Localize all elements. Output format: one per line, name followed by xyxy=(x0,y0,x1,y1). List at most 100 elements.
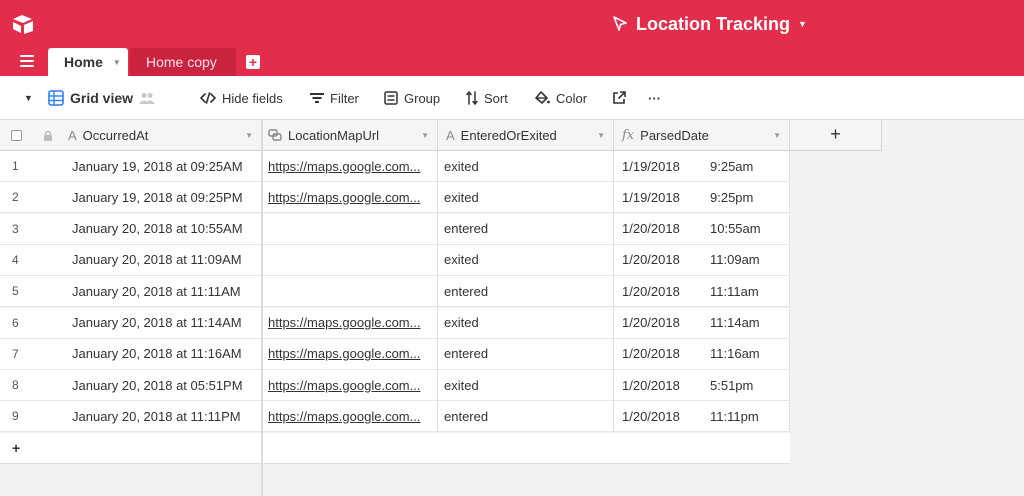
filter-button[interactable]: Filter xyxy=(310,76,359,120)
row-number[interactable]: 2 xyxy=(0,182,58,212)
column-header-occurred-at[interactable]: A OccurredAt ▼ xyxy=(58,120,262,150)
table-row[interactable]: 1 January 19, 2018 at 09:25AM https://maps… xyxy=(0,151,790,182)
cell-location-map-url[interactable]: https://maps.google.com... xyxy=(262,370,438,401)
cell-entered-or-exited[interactable]: entered xyxy=(438,213,614,244)
add-record-button[interactable]: + xyxy=(12,440,20,456)
hide-fields-button[interactable]: Hide fields xyxy=(200,76,283,120)
table-row[interactable]: 6 January 20, 2018 at 11:14AM https://maps… xyxy=(0,307,790,339)
cell-occurred-at[interactable]: January 20, 2018 at 10:55AM xyxy=(58,213,262,244)
add-record-row[interactable]: + xyxy=(0,433,790,464)
table-row[interactable]: 8 January 20, 2018 at 05:51PM https://maps… xyxy=(0,370,790,402)
cell-parsed-date[interactable]: 1/19/2018 9:25pm xyxy=(614,182,790,213)
tab-home[interactable]: Home ▼ xyxy=(48,48,128,76)
cell-occurred-at[interactable]: January 20, 2018 at 11:14AM xyxy=(58,307,262,338)
cell-location-map-url[interactable] xyxy=(262,244,438,275)
cell-occurred-at[interactable]: January 20, 2018 at 11:11AM xyxy=(58,276,262,307)
cell-location-map-url[interactable]: https://maps.google.com... xyxy=(262,307,438,338)
frozen-divider[interactable] xyxy=(261,120,263,496)
cell-parsed-date[interactable]: 1/20/2018 10:55am xyxy=(614,213,790,244)
url-field-icon xyxy=(268,129,282,141)
cell-location-map-url-value[interactable]: https://maps.google.com... xyxy=(268,378,420,393)
row-number[interactable]: 7 xyxy=(0,339,58,369)
row-number[interactable]: 3 xyxy=(0,214,58,244)
cell-location-map-url-value[interactable]: https://maps.google.com... xyxy=(268,159,420,174)
view-switcher[interactable]: Grid view xyxy=(48,76,161,120)
cell-occurred-at[interactable]: January 20, 2018 at 11:09AM xyxy=(58,244,262,275)
cell-location-map-url[interactable]: https://maps.google.com... xyxy=(262,182,438,213)
table-row[interactable]: 4 January 20, 2018 at 11:09AM exited 1/20/2… xyxy=(0,244,790,276)
cell-parsed-date[interactable]: 1/19/2018 9:25am xyxy=(614,151,790,181)
airtable-logo-icon[interactable] xyxy=(12,14,34,34)
cell-occurred-at-value: January 20, 2018 at 11:09AM xyxy=(72,252,242,268)
table-row[interactable]: 3 January 20, 2018 at 10:55AM entered 1/20/… xyxy=(0,213,790,245)
cell-entered-or-exited[interactable]: exited xyxy=(438,182,614,213)
chevron-down-icon: ▼ xyxy=(798,19,807,29)
table-row[interactable]: 5 January 20, 2018 at 11:11AM entered 1/20/… xyxy=(0,276,790,308)
row-number[interactable]: 4 xyxy=(0,245,58,275)
cell-occurred-at-value: January 19, 2018 at 09:25AM xyxy=(72,158,243,174)
cell-occurred-at[interactable]: January 20, 2018 at 05:51PM xyxy=(58,370,262,401)
tab-home-copy[interactable]: Home copy xyxy=(130,48,236,76)
cell-parsed-date[interactable]: 1/20/2018 5:51pm xyxy=(614,370,790,401)
cell-location-map-url[interactable]: https://maps.google.com... xyxy=(262,401,438,432)
cell-entered-or-exited[interactable]: exited xyxy=(438,151,614,181)
row-number[interactable]: 8 xyxy=(0,370,58,400)
base-title[interactable]: Location Tracking ▼ xyxy=(612,12,807,36)
color-button[interactable]: Color xyxy=(535,76,587,120)
table-row[interactable]: 7 January 20, 2018 at 11:16AM https://maps… xyxy=(0,338,790,370)
cell-parsed-date[interactable]: 1/20/2018 11:16am xyxy=(614,338,790,369)
table-row[interactable]: 9 January 20, 2018 at 11:11PM https://maps… xyxy=(0,401,790,433)
cell-location-map-url-value[interactable]: https://maps.google.com... xyxy=(268,315,420,330)
group-button[interactable]: Group xyxy=(384,76,440,120)
cell-parsed-date-value: 1/20/2018 xyxy=(622,315,680,330)
cell-parsed-date[interactable]: 1/20/2018 11:11pm xyxy=(614,401,790,432)
table-row[interactable]: 2 January 19, 2018 at 09:25PM https://maps… xyxy=(0,182,790,214)
cell-location-map-url-value[interactable]: https://maps.google.com... xyxy=(268,346,420,361)
chevron-down-icon[interactable]: ▼ xyxy=(113,58,121,67)
add-field-button[interactable]: + xyxy=(790,120,882,151)
chevron-down-icon[interactable]: ▼ xyxy=(421,131,429,140)
sort-icon xyxy=(466,91,478,105)
cell-occurred-at[interactable]: January 20, 2018 at 11:11PM xyxy=(58,401,262,432)
row-number[interactable]: 5 xyxy=(0,276,58,306)
column-header-location-map-url[interactable]: LocationMapUrl ▼ xyxy=(262,120,438,150)
column-header-entered-or-exited[interactable]: A EnteredOrExited ▼ xyxy=(438,120,614,150)
chevron-down-icon[interactable]: ▼ xyxy=(773,131,781,140)
row-number[interactable]: 1 xyxy=(0,151,58,181)
cell-location-map-url[interactable]: https://maps.google.com... xyxy=(262,151,438,181)
cell-entered-or-exited[interactable]: exited xyxy=(438,244,614,275)
share-button[interactable] xyxy=(612,76,632,120)
row-number[interactable]: 9 xyxy=(0,401,58,431)
cell-location-map-url-value[interactable]: https://maps.google.com... xyxy=(268,409,420,424)
column-header-parsed-date[interactable]: fx ParsedDate ▼ xyxy=(614,120,790,150)
cell-entered-or-exited[interactable]: entered xyxy=(438,401,614,432)
chevron-down-icon[interactable]: ▼ xyxy=(597,131,605,140)
cell-parsed-time-value: 11:14am xyxy=(710,315,760,330)
cell-location-map-url[interactable] xyxy=(262,213,438,244)
more-options-button[interactable]: ··· xyxy=(648,76,661,120)
cell-entered-or-exited-value: entered xyxy=(444,346,489,362)
row-number-value: 1 xyxy=(12,159,19,173)
cell-entered-or-exited[interactable]: entered xyxy=(438,276,614,307)
cell-entered-or-exited[interactable]: exited xyxy=(438,307,614,338)
cell-location-map-url-value[interactable]: https://maps.google.com... xyxy=(268,190,420,205)
cell-entered-or-exited-value: entered xyxy=(444,408,489,424)
menu-icon[interactable] xyxy=(20,55,34,67)
row-number[interactable]: 6 xyxy=(0,308,58,338)
sort-button[interactable]: Sort xyxy=(466,76,508,120)
cell-occurred-at[interactable]: January 19, 2018 at 09:25AM xyxy=(58,151,262,181)
cell-occurred-at[interactable]: January 20, 2018 at 11:16AM xyxy=(58,338,262,369)
cell-location-map-url[interactable] xyxy=(262,276,438,307)
cell-entered-or-exited[interactable]: exited xyxy=(438,370,614,401)
select-all-checkbox[interactable] xyxy=(11,129,22,141)
cell-parsed-date[interactable]: 1/20/2018 11:14am xyxy=(614,307,790,338)
add-table-button[interactable]: + xyxy=(246,55,260,69)
cell-entered-or-exited-value: exited xyxy=(444,252,479,268)
cell-parsed-date[interactable]: 1/20/2018 11:09am xyxy=(614,244,790,275)
view-menu-chevron-icon[interactable]: ▼ xyxy=(24,76,33,120)
cell-location-map-url[interactable]: https://maps.google.com... xyxy=(262,338,438,369)
cell-occurred-at[interactable]: January 19, 2018 at 09:25PM xyxy=(58,182,262,213)
cell-parsed-date[interactable]: 1/20/2018 11:11am xyxy=(614,276,790,307)
cell-entered-or-exited[interactable]: entered xyxy=(438,338,614,369)
chevron-down-icon[interactable]: ▼ xyxy=(245,131,253,140)
